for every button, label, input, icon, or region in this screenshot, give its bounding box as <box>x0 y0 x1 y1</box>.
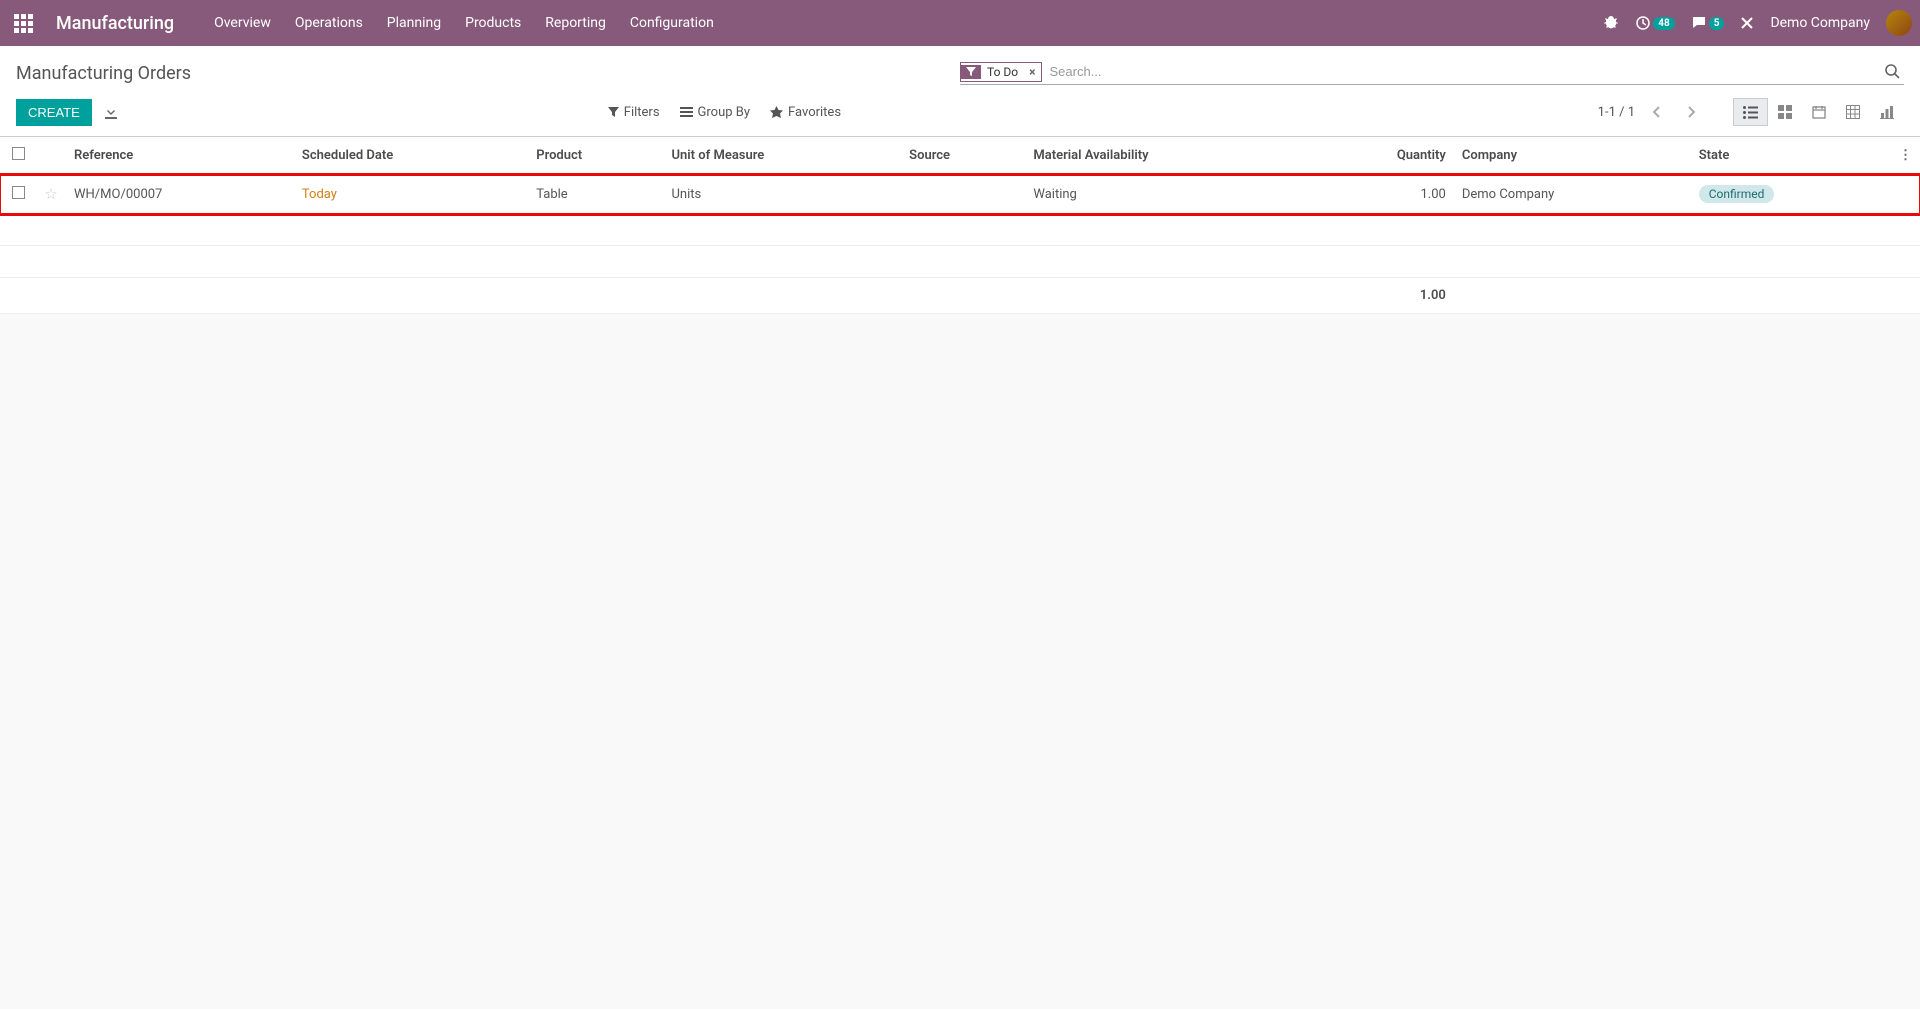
download-icon[interactable] <box>104 105 118 119</box>
nav-link-reporting[interactable]: Reporting <box>545 15 606 31</box>
nav-link-overview[interactable]: Overview <box>214 15 271 31</box>
close-studio-icon[interactable] <box>1740 16 1754 30</box>
cell-product: Table <box>528 175 663 214</box>
groupby-label: Group By <box>698 105 751 120</box>
col-scheduled-date[interactable]: Scheduled Date <box>294 137 528 175</box>
total-quantity: 1.00 <box>1312 278 1454 314</box>
col-state[interactable]: State <box>1691 137 1891 175</box>
col-material-availability[interactable]: Material Availability <box>1025 137 1311 175</box>
groupby-button[interactable]: Group By <box>680 105 751 120</box>
col-product[interactable]: Product <box>528 137 663 175</box>
list-view: Reference Scheduled Date Product Unit of… <box>0 137 1920 314</box>
pager-text[interactable]: 1-1 / 1 <box>1598 105 1635 120</box>
col-reference[interactable]: Reference <box>66 137 294 175</box>
create-button[interactable]: Create <box>16 99 92 126</box>
search-facet-todo: To Do × <box>960 62 1042 82</box>
totals-row: 1.00 <box>0 278 1920 314</box>
star-icon[interactable]: ☆ <box>44 185 57 203</box>
debug-icon[interactable] <box>1603 15 1619 31</box>
filters-button[interactable]: Filters <box>608 105 660 120</box>
cell-company: Demo Company <box>1454 175 1691 214</box>
list-view-icon[interactable] <box>1733 98 1768 126</box>
nav-link-operations[interactable]: Operations <box>295 15 363 31</box>
filters-label: Filters <box>624 105 660 120</box>
top-navbar: Manufacturing Overview Operations Planni… <box>0 0 1920 46</box>
graph-view-icon[interactable] <box>1870 98 1904 126</box>
apps-menu-icon[interactable] <box>8 8 38 38</box>
pager-next-icon[interactable] <box>1679 102 1703 122</box>
favorites-label: Favorites <box>788 105 841 120</box>
nav-right: 48 5 Demo Company <box>1603 10 1912 36</box>
cell-scheduled-date: Today <box>294 175 528 214</box>
cell-uom: Units <box>663 175 901 214</box>
select-all-checkbox[interactable] <box>12 147 25 160</box>
col-uom[interactable]: Unit of Measure <box>663 137 901 175</box>
col-source[interactable]: Source <box>901 137 1025 175</box>
user-avatar[interactable] <box>1886 10 1912 36</box>
view-switcher <box>1733 98 1904 126</box>
messages-icon[interactable]: 5 <box>1691 15 1725 31</box>
messages-badge: 5 <box>1709 17 1725 30</box>
table-header-row: Reference Scheduled Date Product Unit of… <box>0 137 1920 175</box>
orders-table: Reference Scheduled Date Product Unit of… <box>0 137 1920 314</box>
column-options-icon[interactable]: ⋮ <box>1899 148 1912 163</box>
search-bar: To Do × <box>960 61 1904 85</box>
pager-prev-icon[interactable] <box>1645 102 1669 122</box>
kanban-view-icon[interactable] <box>1768 98 1802 126</box>
nav-link-planning[interactable]: Planning <box>387 15 441 31</box>
state-badge: Confirmed <box>1699 185 1775 203</box>
nav-links: Overview Operations Planning Products Re… <box>214 15 714 31</box>
calendar-view-icon[interactable] <box>1802 98 1836 126</box>
facet-remove-icon[interactable]: × <box>1024 65 1040 79</box>
pivot-view-icon[interactable] <box>1836 98 1870 126</box>
control-panel: Manufacturing Orders To Do × Create Filt <box>0 46 1920 137</box>
cell-quantity: 1.00 <box>1312 175 1454 214</box>
spacer-row <box>0 214 1920 246</box>
app-name[interactable]: Manufacturing <box>56 13 174 34</box>
col-quantity[interactable]: Quantity <box>1312 137 1454 175</box>
activities-icon[interactable]: 48 <box>1635 15 1674 31</box>
cell-material-availability: Waiting <box>1025 175 1311 214</box>
cell-reference: WH/MO/00007 <box>66 175 294 214</box>
search-input[interactable] <box>1042 61 1882 82</box>
company-selector[interactable]: Demo Company <box>1770 15 1870 31</box>
table-row[interactable]: ☆ WH/MO/00007 Today Table Units Waiting … <box>0 175 1920 214</box>
page-title: Manufacturing Orders <box>16 63 191 84</box>
spacer-row <box>0 246 1920 278</box>
filter-icon <box>961 65 981 79</box>
activities-badge: 48 <box>1653 17 1674 30</box>
facet-label: To Do <box>981 63 1024 81</box>
row-checkbox[interactable] <box>12 186 25 199</box>
search-icon[interactable] <box>1881 64 1904 79</box>
nav-link-configuration[interactable]: Configuration <box>630 15 714 31</box>
nav-link-products[interactable]: Products <box>465 15 521 31</box>
cell-source <box>901 175 1025 214</box>
favorites-button[interactable]: Favorites <box>770 105 841 120</box>
col-company[interactable]: Company <box>1454 137 1691 175</box>
